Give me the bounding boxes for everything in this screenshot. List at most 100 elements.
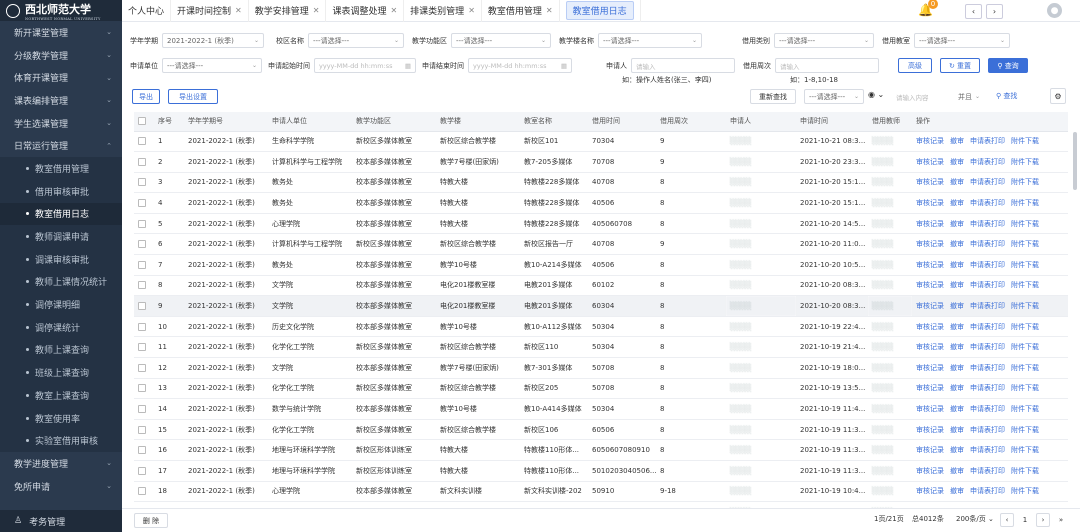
- row-checkbox-cell[interactable]: [134, 295, 154, 317]
- tab-4[interactable]: 排课类别管理 ✕: [404, 0, 482, 22]
- table-scrollbar[interactable]: [1073, 132, 1077, 190]
- action-link[interactable]: 申请表打印: [970, 281, 1005, 289]
- action-link[interactable]: 撤审: [950, 302, 964, 310]
- checkbox[interactable]: [138, 199, 146, 208]
- sidebar-subitem[interactable]: 班级上课查询: [0, 361, 122, 384]
- action-link[interactable]: 撤审: [950, 487, 964, 495]
- filter-select[interactable]: ---请选择--- ⌄: [774, 33, 874, 48]
- filter-select[interactable]: ---请选择--- ⌄: [914, 33, 1010, 48]
- start-time-input[interactable]: yyyy-MM-dd hh:mm:ss ▦: [314, 58, 416, 73]
- header-checkbox[interactable]: [134, 112, 154, 132]
- action-link[interactable]: 撤审: [950, 446, 964, 454]
- tab-0[interactable]: 个人中心: [122, 0, 172, 22]
- sidebar-menu-item[interactable]: 日常运行管理 ⌃: [0, 134, 122, 157]
- table-row[interactable]: 13 2021-2022-1 (秋季) 化学化工学院 新校区多媒体教室 新校区综合教学楼…: [134, 378, 1068, 400]
- action-link[interactable]: 撤审: [950, 426, 964, 434]
- action-link[interactable]: 申请表打印: [970, 220, 1005, 228]
- requery-button[interactable]: 重新查找: [750, 89, 796, 104]
- action-link[interactable]: 附件下载: [1011, 364, 1039, 372]
- next-page-button[interactable]: ›: [1036, 513, 1050, 527]
- action-link[interactable]: 审核记录: [916, 178, 944, 186]
- operator-icon[interactable]: ◉ ⌄: [868, 90, 884, 99]
- checkbox[interactable]: [138, 384, 146, 393]
- sidebar-subitem[interactable]: 教师上课查询: [0, 338, 122, 362]
- row-checkbox-cell[interactable]: [134, 398, 154, 420]
- checkbox[interactable]: [138, 446, 146, 455]
- action-link[interactable]: 申请表打印: [970, 323, 1005, 331]
- sidebar-subitem[interactable]: 调停课明细: [0, 293, 122, 316]
- tab-2[interactable]: 教学安排管理 ✕: [249, 0, 327, 22]
- column-header[interactable]: 申请时间: [796, 112, 868, 132]
- action-link[interactable]: 附件下载: [1011, 199, 1039, 207]
- checkbox[interactable]: [138, 157, 146, 166]
- sidebar-menu-item[interactable]: 分级教学管理 ⌄: [0, 44, 122, 67]
- tab-6[interactable]: 教室借用日志: [560, 0, 641, 22]
- table-row[interactable]: 18 2021-2022-1 (秋季) 心理学院 校本部多媒体教室 新文科实训楼 新文科实…: [134, 481, 1068, 503]
- checkbox[interactable]: [138, 363, 146, 372]
- action-link[interactable]: 审核记录: [916, 446, 944, 454]
- action-link[interactable]: 附件下载: [1011, 426, 1039, 434]
- column-header[interactable]: 教室名称: [520, 112, 588, 132]
- delete-button[interactable]: 删 除: [134, 513, 168, 528]
- action-link[interactable]: 附件下载: [1011, 405, 1039, 413]
- action-link[interactable]: 附件下载: [1011, 487, 1039, 495]
- action-link[interactable]: 附件下载: [1011, 467, 1039, 475]
- sidebar-subitem[interactable]: 教室使用率: [0, 406, 122, 430]
- action-link[interactable]: 撤审: [950, 178, 964, 186]
- action-link[interactable]: 附件下载: [1011, 220, 1039, 228]
- action-link[interactable]: 撤审: [950, 343, 964, 351]
- action-link[interactable]: 审核记录: [916, 158, 944, 166]
- table-row[interactable]: 8 2021-2022-1 (秋季) 文学院 校本部多媒体教室 电化201楼教室楼 电教2…: [134, 275, 1068, 297]
- action-link[interactable]: 撤审: [950, 220, 964, 228]
- action-link[interactable]: 撤审: [950, 384, 964, 392]
- action-link[interactable]: 附件下载: [1011, 323, 1039, 331]
- sidebar-menu-item[interactable]: 免所申请 ⌄: [0, 475, 122, 498]
- action-link[interactable]: 申请表打印: [970, 426, 1005, 434]
- row-checkbox-cell[interactable]: [134, 481, 154, 503]
- action-link[interactable]: 申请表打印: [970, 178, 1005, 186]
- sidebar-menu-item[interactable]: 学生选课管理 ⌄: [0, 112, 122, 135]
- action-link[interactable]: 撤审: [950, 261, 964, 269]
- sidebar-menu-item[interactable]: 体育开课管理 ⌄: [0, 66, 122, 89]
- table-row[interactable]: 10 2021-2022-1 (秋季) 历史文化学院 校本部多媒体教室 教学10号楼 教1…: [134, 316, 1068, 338]
- filter-select[interactable]: ---请选择--- ⌄: [451, 33, 551, 48]
- filter-select[interactable]: 2021-2022-1 (秋季) ⌄: [162, 33, 264, 48]
- tab-1[interactable]: 开课时间控制 ✕: [171, 0, 249, 22]
- find-input[interactable]: 请输入内容: [892, 89, 946, 104]
- action-link[interactable]: 附件下载: [1011, 158, 1039, 166]
- action-link[interactable]: 审核记录: [916, 281, 944, 289]
- sidebar-subitem[interactable]: 教室借用管理: [0, 157, 122, 180]
- table-row[interactable]: 7 2021-2022-1 (秋季) 教务处 校本部多媒体教室 教学10号楼 教10-A2…: [134, 254, 1068, 276]
- action-link[interactable]: 申请表打印: [970, 446, 1005, 454]
- action-link[interactable]: 申请表打印: [970, 384, 1005, 392]
- checkbox[interactable]: [138, 405, 146, 414]
- checkbox[interactable]: [138, 178, 146, 187]
- table-row[interactable]: 11 2021-2022-1 (秋季) 化学化工学院 新校区多媒体教室 新校区综合教学楼…: [134, 336, 1068, 359]
- action-link[interactable]: 审核记录: [916, 364, 944, 372]
- avatar[interactable]: ●: [1047, 3, 1062, 18]
- reset-button[interactable]: ↻ 重置: [940, 58, 980, 73]
- checkbox[interactable]: [138, 425, 146, 434]
- settings-gear-icon[interactable]: ⚙: [1050, 88, 1066, 104]
- column-header[interactable]: 教学楼: [436, 112, 520, 132]
- action-link[interactable]: 申请表打印: [970, 405, 1005, 413]
- filter-select[interactable]: ---请选择--- ⌄: [598, 33, 702, 48]
- sidebar-subitem[interactable]: 教师上课情况统计: [0, 270, 122, 294]
- tab-5[interactable]: 教室借用管理 ✕: [482, 0, 560, 22]
- checkbox[interactable]: [138, 219, 146, 228]
- checkbox[interactable]: [138, 240, 146, 249]
- row-checkbox-cell[interactable]: [134, 336, 154, 359]
- action-link[interactable]: 附件下载: [1011, 343, 1039, 351]
- action-link[interactable]: 审核记录: [916, 302, 944, 310]
- checkbox[interactable]: [138, 487, 146, 496]
- action-link[interactable]: 审核记录: [916, 426, 944, 434]
- prev-page-button[interactable]: ‹: [1000, 513, 1014, 527]
- action-link[interactable]: 审核记录: [916, 405, 944, 413]
- action-link[interactable]: 申请表打印: [970, 487, 1005, 495]
- row-checkbox-cell[interactable]: [134, 213, 154, 235]
- action-link[interactable]: 审核记录: [916, 487, 944, 495]
- row-checkbox-cell[interactable]: [134, 151, 154, 173]
- action-link[interactable]: 申请表打印: [970, 137, 1005, 145]
- row-checkbox-cell[interactable]: [134, 460, 154, 482]
- row-checkbox-cell[interactable]: [134, 419, 154, 441]
